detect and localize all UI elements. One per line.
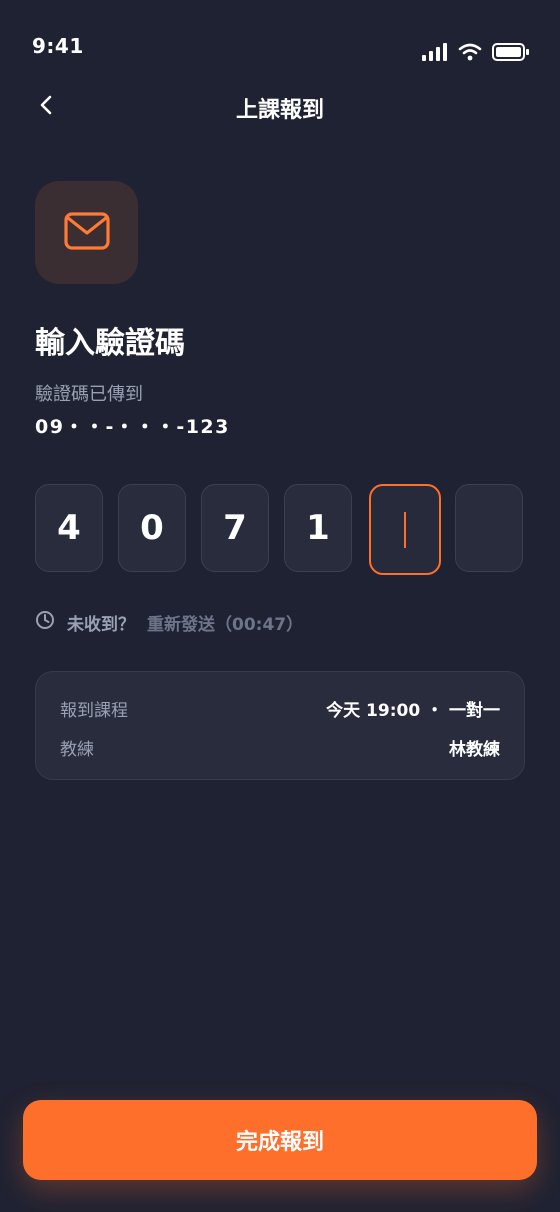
- status-time: 9:41: [32, 34, 84, 58]
- wifi-icon: [458, 43, 482, 65]
- course-row: 報到課程 今天 19:00 ・ 一對一: [60, 696, 500, 721]
- otp-digit-1[interactable]: 4: [35, 484, 103, 572]
- otp-digit-3[interactable]: 7: [201, 484, 269, 572]
- otp-digit-4[interactable]: 1: [284, 484, 352, 572]
- text-caret: [404, 511, 406, 548]
- complete-checkin-button[interactable]: 完成報到: [23, 1100, 537, 1180]
- resend-question: 未收到？: [67, 615, 135, 635]
- otp-digit-2[interactable]: 0: [118, 484, 186, 572]
- status-icons: [422, 42, 530, 66]
- signal-icon: [422, 43, 448, 65]
- mail-icon: [63, 211, 110, 254]
- coach-value: 林教練: [449, 740, 500, 760]
- coach-label: 教練: [60, 740, 94, 760]
- mail-tile: [35, 181, 138, 284]
- course-info-card: 報到課程 今天 19:00 ・ 一對一 教練 林教練: [35, 671, 525, 780]
- resend-link[interactable]: 重新發送（00:47）: [147, 610, 303, 635]
- course-label: 報到課程: [60, 701, 128, 721]
- page-title: 上課報到: [235, 98, 324, 123]
- verify-heading: 輸入驗證碼: [35, 326, 185, 361]
- masked-phone: 09・・-・・・-123: [35, 416, 230, 438]
- otp-digit-6[interactable]: [455, 484, 523, 572]
- sent-to-label: 驗證碼已傳到: [35, 384, 143, 405]
- otp-input-group: 4 0 7 1: [35, 484, 525, 575]
- clock-icon: [35, 610, 55, 635]
- resend-row: 未收到？ 重新發送（00:47）: [35, 610, 303, 635]
- course-value: 今天 19:00 ・ 一對一: [326, 701, 500, 721]
- coach-row: 教練 林教練: [60, 735, 500, 760]
- checkin-screen: 9:41 上課報到 輸入驗證碼 驗證碼已傳到 09・・-・・・-123 4 0 …: [0, 0, 560, 1212]
- battery-icon: [492, 42, 530, 66]
- otp-digit-5[interactable]: [369, 484, 441, 575]
